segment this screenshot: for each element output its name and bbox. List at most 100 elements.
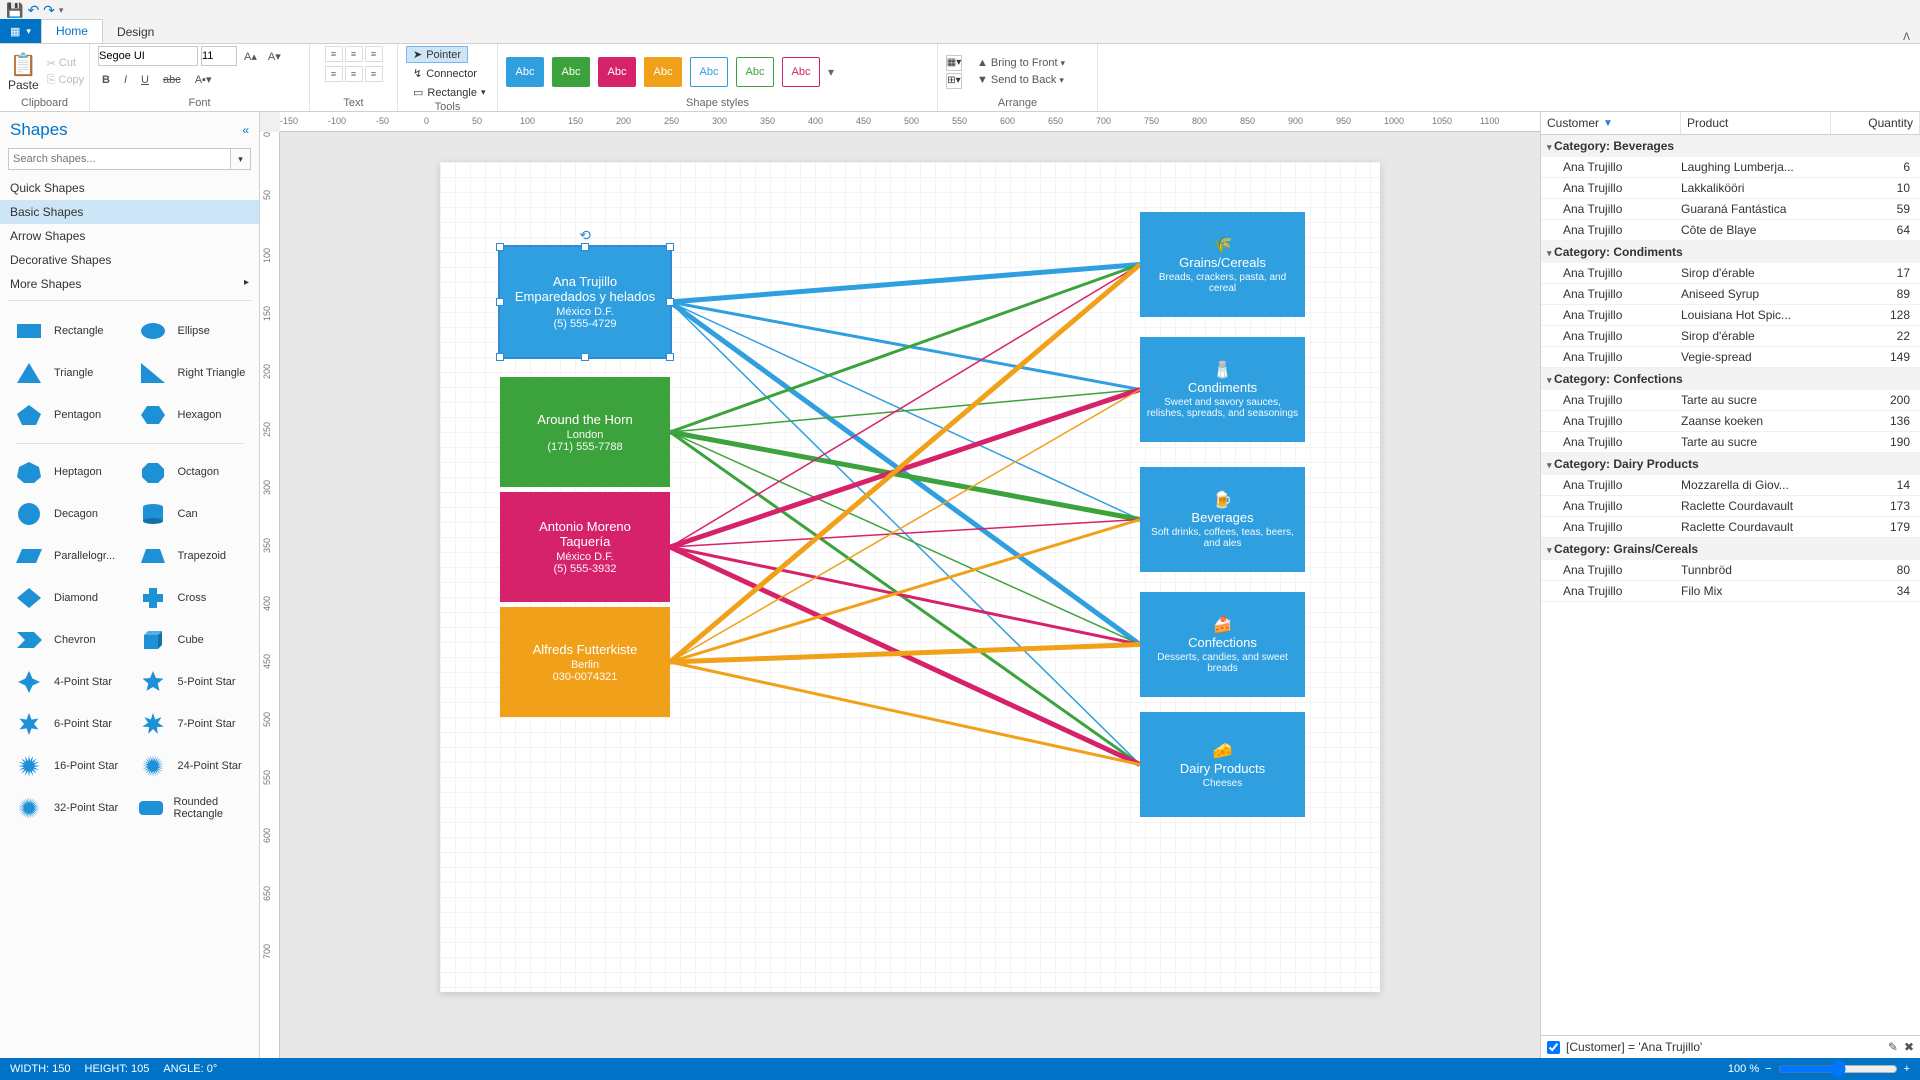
font-color-button[interactable]: A▪▾ [191,72,216,87]
filter-checkbox[interactable] [1547,1041,1560,1054]
grow-font-icon[interactable]: A▴ [240,49,261,64]
filter-icon[interactable]: ▼ [1603,118,1613,129]
shape-item[interactable]: Heptagon [8,454,128,490]
customer-node[interactable]: Around the HornLondon(171) 555-7788 [500,377,670,487]
resize-handle[interactable] [581,353,589,361]
grid-data-row[interactable]: Ana TrujilloFilo Mix34 [1541,581,1920,602]
shape-item[interactable]: Ellipse [132,313,252,349]
align-shapes-icon[interactable]: ▦▾ [946,55,962,71]
shape-style-gallery[interactable]: Abc Abc Abc Abc Abc Abc Abc ▾ [506,46,929,97]
shrink-font-icon[interactable]: A▾ [264,49,285,64]
style-swatch[interactable]: Abc [736,57,774,87]
shape-item[interactable]: 24-Point Star [132,748,252,784]
redo-icon[interactable]: ↷ [43,2,55,19]
send-back-button[interactable]: ▼Send to Back▾ [972,72,1070,88]
style-gallery-more[interactable]: ▾ [828,65,834,79]
shape-item[interactable]: 6-Point Star [8,706,128,742]
grid-body[interactable]: Category: BeveragesAna TrujilloLaughing … [1541,135,1920,1035]
style-swatch[interactable]: Abc [506,57,544,87]
customer-node[interactable]: Ana TrujilloEmparedados y heladosMéxico … [500,247,670,357]
group-shapes-icon[interactable]: ⊞▾ [946,73,962,89]
style-swatch[interactable]: Abc [598,57,636,87]
shape-item[interactable]: 32-Point Star [8,790,128,826]
rotate-handle-icon[interactable]: ⟲ [579,227,591,244]
shape-category[interactable]: More Shapes [0,272,259,296]
underline-button[interactable]: U [137,73,153,87]
style-swatch[interactable]: Abc [644,57,682,87]
paste-button[interactable]: 📋 Paste [8,48,39,96]
resize-handle[interactable] [666,243,674,251]
grid-data-row[interactable]: Ana TrujilloLaughing Lumberja...6 [1541,157,1920,178]
italic-button[interactable]: I [120,73,131,87]
grid-data-row[interactable]: Ana TrujilloAniseed Syrup89 [1541,284,1920,305]
shapes-search-input[interactable] [8,148,231,170]
rectangle-tool[interactable]: ▭Rectangle▾ [406,84,492,101]
grid-data-row[interactable]: Ana TrujilloZaanse koeken136 [1541,411,1920,432]
zoom-slider[interactable] [1778,1061,1898,1077]
file-tab[interactable]: ▦ [0,19,41,43]
shape-item[interactable]: Cross [132,580,252,616]
grid-data-row[interactable]: Ana TrujilloTarte au sucre190 [1541,432,1920,453]
bring-front-button[interactable]: ▲Bring to Front▾ [972,55,1070,71]
shape-item[interactable]: Right Triangle [132,355,252,391]
grid-group-row[interactable]: Category: Confections [1541,368,1920,390]
pointer-tool[interactable]: ➤Pointer [406,46,468,63]
category-node[interactable]: 🍰ConfectionsDesserts, candies, and sweet… [1140,592,1305,697]
save-icon[interactable]: 💾 [6,2,23,19]
v-align-grid[interactable]: ≡≡≡ [325,46,383,62]
zoom-in-icon[interactable]: + [1904,1063,1910,1075]
shape-item[interactable]: 5-Point Star [132,664,252,700]
resize-handle[interactable] [496,243,504,251]
resize-handle[interactable] [496,298,504,306]
font-size-select[interactable] [201,46,237,66]
resize-handle[interactable] [581,243,589,251]
edit-filter-icon[interactable]: ✎ [1888,1040,1898,1054]
grid-data-row[interactable]: Ana TrujilloCôte de Blaye64 [1541,220,1920,241]
tab-design[interactable]: Design [103,21,168,43]
shape-item[interactable]: Trapezoid [132,538,252,574]
strike-button[interactable]: abc [159,73,185,87]
shape-item[interactable]: Parallelogr... [8,538,128,574]
shape-item[interactable]: 4-Point Star [8,664,128,700]
shape-item[interactable]: Pentagon [8,397,128,433]
shape-category[interactable]: Arrow Shapes [0,224,259,248]
connector-tool[interactable]: ↯Connector [406,65,484,82]
grid-group-row[interactable]: Category: Grains/Cereals [1541,538,1920,560]
style-swatch[interactable]: Abc [782,57,820,87]
grid-group-row[interactable]: Category: Condiments [1541,241,1920,263]
shape-item[interactable]: Can [132,496,252,532]
grid-data-row[interactable]: Ana TrujilloMozzarella di Giov...14 [1541,475,1920,496]
grid-data-row[interactable]: Ana TrujilloVegie-spread149 [1541,347,1920,368]
qat-dropdown-icon[interactable]: ▾ [59,5,64,16]
shape-category[interactable]: Basic Shapes [0,200,259,224]
grid-data-row[interactable]: Ana TrujilloLouisiana Hot Spic...128 [1541,305,1920,326]
shape-item[interactable]: Triangle [8,355,128,391]
clear-filter-icon[interactable]: ✖ [1904,1040,1914,1054]
collapse-ribbon-icon[interactable]: ᐱ [1903,32,1910,43]
canvas-scroll[interactable]: Ana TrujilloEmparedados y heladosMéxico … [280,132,1540,1058]
bold-button[interactable]: B [98,73,114,87]
copy-button[interactable]: ⎘Copy [43,73,89,88]
tab-home[interactable]: Home [41,19,103,43]
shape-category[interactable]: Quick Shapes [0,176,259,200]
shape-category[interactable]: Decorative Shapes [0,248,259,272]
grid-data-row[interactable]: Ana TrujilloTarte au sucre200 [1541,390,1920,411]
shape-item[interactable]: 7-Point Star [132,706,252,742]
category-node[interactable]: 🍺BeveragesSoft drinks, coffees, teas, be… [1140,467,1305,572]
grid-data-row[interactable]: Ana TrujilloRaclette Courdavault179 [1541,517,1920,538]
style-swatch[interactable]: Abc [690,57,728,87]
cut-button[interactable]: ✂Cut [43,56,89,71]
col-customer[interactable]: Customer▼ [1541,112,1681,134]
customer-node[interactable]: Antonio MorenoTaqueríaMéxico D.F.(5) 555… [500,492,670,602]
style-swatch[interactable]: Abc [552,57,590,87]
resize-handle[interactable] [496,353,504,361]
diagram-page[interactable]: Ana TrujilloEmparedados y heladosMéxico … [440,162,1380,992]
undo-icon[interactable]: ↶ [27,2,39,19]
h-align-grid[interactable]: ≡≡≡ [325,66,383,82]
shapes-search-dropdown[interactable]: ▾ [231,148,251,170]
zoom-out-icon[interactable]: − [1765,1063,1771,1075]
customer-node[interactable]: Alfreds FutterkisteBerlin030-0074321 [500,607,670,717]
grid-data-row[interactable]: Ana TrujilloGuaraná Fantástica59 [1541,199,1920,220]
col-product[interactable]: Product [1681,112,1831,134]
category-node[interactable]: 🧀Dairy ProductsCheeses [1140,712,1305,817]
